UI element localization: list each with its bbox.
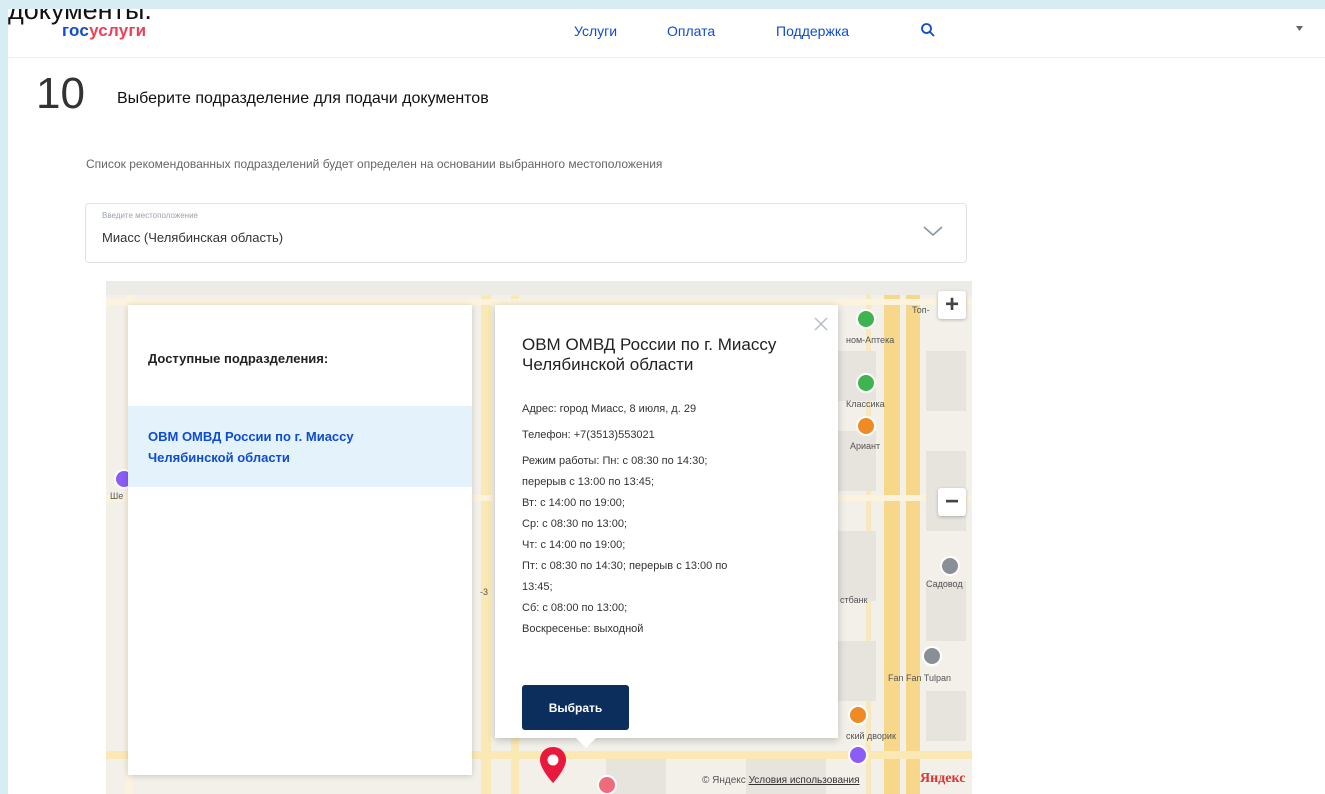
popup-schedule-line: Вт: с 14:00 по 19:00;	[522, 497, 625, 509]
yandex-logo[interactable]: Яндекс	[920, 771, 965, 787]
step-hint: Список рекомендованных подразделений буд…	[86, 157, 663, 171]
popup-schedule-line: Сб: с 08:00 по 13:00;	[522, 602, 628, 614]
logo-part-uslugi: услуги	[89, 21, 147, 40]
page: документы. госуслуги Услуги Оплата Подде…	[8, 9, 1325, 794]
poi-label: ский дворик	[846, 731, 896, 741]
map-copyright: © Яндекс Условия использования	[702, 775, 860, 786]
popup-schedule-line: Чт: с 14:00 по 19:00;	[522, 539, 626, 551]
popup-schedule-line: Воскресенье: выходной	[522, 623, 644, 635]
available-units-panel: Доступные подразделения: ОВМ ОМВД России…	[128, 305, 472, 775]
location-value: Миасс (Челябинская область)	[102, 230, 284, 245]
pharmacy-icon[interactable]	[856, 309, 876, 329]
search-icon[interactable]	[920, 22, 936, 38]
popup-title: ОВМ ОМВД России по г. Миассу Челябинской…	[522, 335, 777, 374]
popup-schedule-line: Режим работы: Пн: с 08:30 по 14:30;	[522, 455, 708, 467]
poi-label: стбанк	[840, 595, 868, 605]
nav-services[interactable]: Услуги	[574, 23, 617, 39]
unit-info-popup: ОВМ ОМВД России по г. Миассу Челябинской…	[495, 305, 838, 738]
popup-schedule-line: Ср: с 08:30 по 13:00;	[522, 518, 628, 530]
available-units-title: Доступные подразделения:	[148, 351, 329, 366]
store-icon[interactable]	[940, 556, 960, 576]
place-icon[interactable]	[848, 745, 868, 765]
shop-icon[interactable]	[856, 373, 876, 393]
poi-label: Ше	[110, 491, 124, 501]
map[interactable]: + − Топ- ном-Аптека Классика Ариант Садо…	[106, 281, 972, 794]
poi-label: -3	[480, 587, 489, 597]
nav-payment[interactable]: Оплата	[667, 23, 715, 39]
popup-schedule-line: 13:45;	[522, 581, 553, 593]
chevron-down-icon	[923, 226, 943, 237]
poi-label: Классика	[846, 399, 885, 409]
unit-list-item[interactable]: ОВМ ОМВД России по г. Миассу Челябинской…	[128, 406, 472, 487]
popup-pointer	[576, 738, 596, 748]
step-title: Выберите подразделение для подачи докуме…	[117, 90, 489, 107]
popup-schedule-line: перерыв с 13:00 по 13:45;	[522, 476, 655, 488]
popup-address: Адрес: город Миасс, 8 июля, д. 29	[522, 403, 697, 415]
popup-phone: Телефон: +7(3513)553021	[522, 429, 655, 441]
poi-label: Fan Fan Tulpan	[888, 673, 952, 683]
gosuslugi-logo[interactable]: госуслуги	[62, 21, 146, 41]
unit-name: ОВМ ОМВД России по г. Миассу Челябинской…	[148, 429, 354, 465]
flower-shop-icon[interactable]	[922, 646, 942, 666]
logo-part-gos: гос	[62, 21, 90, 40]
poi-label: Топ-	[912, 305, 930, 315]
popup-schedule-line: Пт: с 08:30 по 14:30; перерыв с 13:00 по	[522, 560, 728, 572]
step-number: 10	[36, 69, 85, 118]
location-label: Введите местоположение	[102, 211, 198, 220]
location-select[interactable]: Введите местоположение Миасс (Челябинска…	[85, 203, 967, 263]
nav-support[interactable]: Поддержка	[776, 23, 849, 39]
cafe-icon[interactable]	[848, 705, 868, 725]
terms-link[interactable]: Условия использования	[749, 775, 860, 786]
copyright-text: © Яндекс	[702, 775, 746, 786]
header: госуслуги Услуги Оплата Поддержка	[8, 9, 1325, 58]
select-button[interactable]: Выбрать	[522, 685, 629, 730]
map-pin-icon[interactable]	[537, 745, 569, 785]
medical-icon[interactable]	[597, 775, 617, 794]
poi-label: Ариант	[850, 441, 881, 451]
poi-label: Садовод	[926, 579, 963, 589]
close-icon[interactable]	[814, 317, 828, 331]
poi-label: ном-Аптека	[846, 335, 895, 345]
zoom-out-button[interactable]: −	[938, 488, 966, 516]
zoom-in-button[interactable]: +	[938, 291, 966, 319]
caret-down-icon[interactable]	[1296, 26, 1303, 31]
food-icon[interactable]	[856, 416, 876, 436]
